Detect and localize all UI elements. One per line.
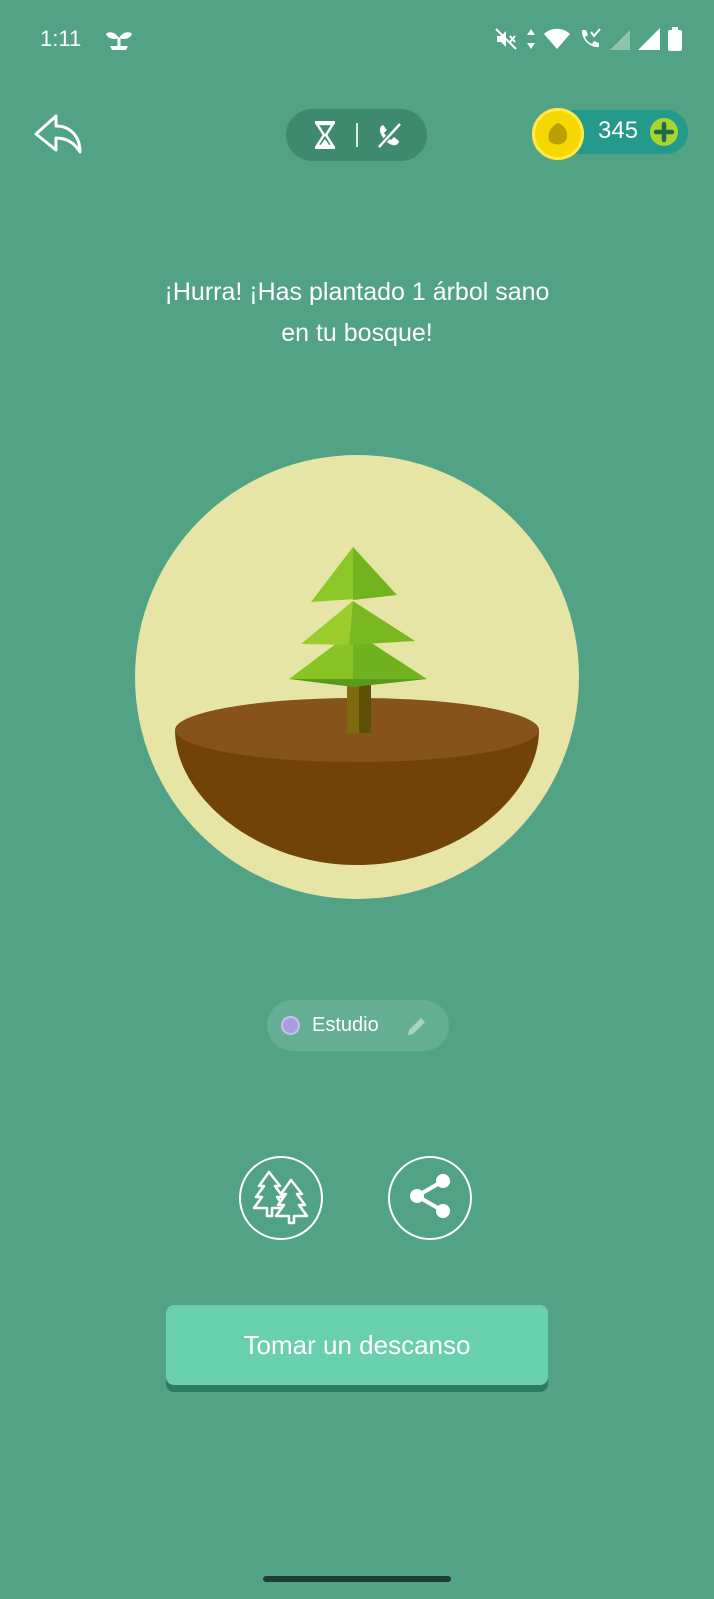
- add-coins-icon[interactable]: [650, 118, 678, 146]
- coin-balance: 345: [532, 108, 688, 160]
- coin-count: 345: [598, 117, 639, 144]
- wifi-call-icon: [581, 28, 601, 48]
- battery-icon: [668, 27, 682, 51]
- pencil-icon[interactable]: [405, 1014, 429, 1038]
- back-arrow-icon[interactable]: [30, 108, 90, 164]
- no-phone-icon[interactable]: [372, 118, 406, 152]
- sprout-icon: [104, 26, 134, 52]
- take-break-button[interactable]: Tomar un descanso: [166, 1305, 548, 1385]
- wifi-icon: [544, 28, 570, 49]
- signal-weak-icon: [610, 30, 630, 50]
- hourglass-icon[interactable]: [308, 118, 342, 152]
- status-icons: [494, 24, 682, 54]
- share-icon: [407, 1171, 453, 1226]
- mute-icon: [495, 28, 517, 50]
- message-line-2: en tu bosque!: [281, 319, 433, 347]
- tag-chip[interactable]: Estudio: [267, 1000, 449, 1051]
- share-button[interactable]: [388, 1156, 472, 1240]
- success-message: ¡Hurra! ¡Has plantado 1 árbol sano en tu…: [0, 272, 714, 354]
- message-line-1: ¡Hurra! ¡Has plantado 1 árbol sano: [164, 278, 550, 306]
- status-time: 1:11: [40, 26, 82, 51]
- forest-icon: [251, 1166, 311, 1231]
- tag-label: Estudio: [312, 1014, 379, 1036]
- coin-icon: [532, 108, 584, 160]
- tag-color-dot: [283, 1018, 298, 1033]
- signal-icon: [638, 28, 660, 50]
- home-indicator[interactable]: [263, 1576, 451, 1582]
- data-arrows-icon: [527, 29, 535, 49]
- mode-toggle: [286, 109, 427, 161]
- mode-separator: [355, 123, 358, 147]
- tree-illustration: [135, 455, 579, 899]
- forest-button[interactable]: [239, 1156, 323, 1240]
